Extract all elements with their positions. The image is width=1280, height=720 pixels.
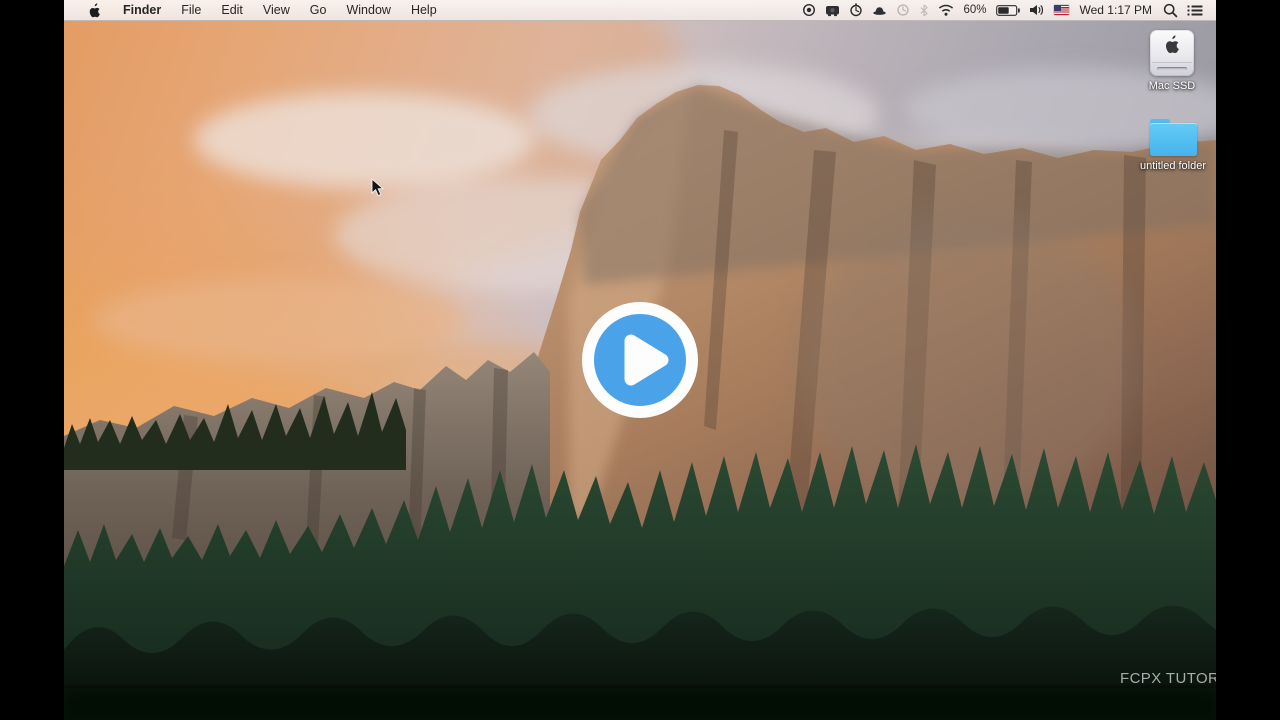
menu-bar-status: 60% Wed 1:17 PM (802, 3, 1216, 18)
battery-icon[interactable] (995, 4, 1020, 16)
desktop-icon-mac-ssd[interactable]: Mac SSD (1130, 30, 1214, 92)
record-icon[interactable] (802, 3, 816, 17)
menu-bar: Finder File Edit View Go Window Help 60%… (64, 0, 1216, 21)
time-machine-icon[interactable] (896, 3, 910, 17)
icon-label: Mac SSD (1148, 80, 1196, 92)
menu-file[interactable]: File (171, 3, 211, 17)
menu-help[interactable]: Help (401, 3, 447, 17)
keyboard-flag-icon[interactable] (1053, 5, 1069, 15)
apple-menu[interactable] (82, 2, 107, 18)
mouse-cursor (371, 178, 384, 197)
letterbox-left (0, 0, 64, 720)
stopwatch-icon[interactable] (849, 3, 863, 17)
bluetooth-icon[interactable] (919, 4, 929, 17)
spotlight-icon[interactable] (1163, 3, 1178, 18)
letterbox-right (1216, 0, 1280, 720)
drive-icon (1150, 30, 1194, 76)
icon-label: untitled folder (1139, 160, 1207, 172)
apple-logo-on-drive (1165, 35, 1179, 54)
desktop-icon-untitled-folder[interactable]: untitled folder (1131, 119, 1215, 172)
apple-icon (89, 2, 100, 17)
folder-icon (1149, 119, 1197, 156)
menu-view[interactable]: View (253, 3, 300, 17)
menu-window[interactable]: Window (336, 3, 400, 17)
camera-app-icon[interactable] (825, 4, 840, 17)
battery-percent: 60% (963, 4, 987, 16)
video-frame: Finder File Edit View Go Window Help 60%… (0, 0, 1280, 720)
wifi-icon[interactable] (938, 4, 954, 16)
hat-icon[interactable] (872, 5, 887, 16)
notification-center-icon[interactable] (1187, 4, 1203, 17)
menu-go[interactable]: Go (300, 3, 337, 17)
menu-edit[interactable]: Edit (211, 3, 253, 17)
app-menu-finder[interactable]: Finder (113, 3, 171, 17)
menu-bar-left: Finder File Edit View Go Window Help (64, 2, 447, 18)
video-play-button[interactable] (582, 302, 698, 418)
menu-bar-clock[interactable]: Wed 1:17 PM (1078, 3, 1154, 17)
volume-icon[interactable] (1029, 4, 1045, 16)
play-icon (624, 334, 669, 386)
